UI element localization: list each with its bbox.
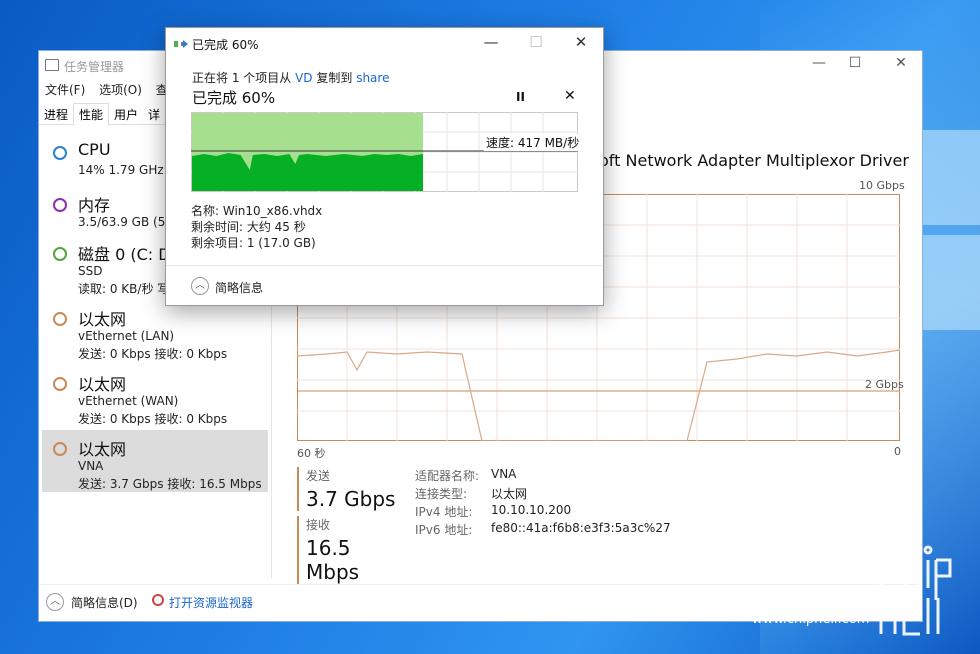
info-row: IPv4 地址: 10.10.10.200 — [415, 503, 715, 521]
info-row: 适配器名称: VNA — [415, 467, 715, 485]
graph-max-label: 10 Gbps — [859, 179, 905, 192]
sidebar-item-detail: 3.5/63.9 GB (5% — [78, 215, 177, 229]
dialog-close-button[interactable]: ✕ — [566, 33, 596, 51]
info-key: IPv6 地址: — [415, 523, 473, 537]
sidebar-item-detail: SSD — [78, 264, 103, 278]
maximize-button[interactable]: ☐ — [835, 55, 875, 71]
receive-value: 16.5 Mbps — [306, 536, 360, 584]
dialog-minimize-button[interactable]: — — [476, 33, 506, 51]
tab-performance[interactable]: 性能 — [73, 103, 110, 126]
adapter-title: oft Network Adapter Multiplexor Driver — [599, 151, 909, 170]
dialog-title: 已完成 60% — [192, 38, 259, 52]
copy-progress-dialog: 已完成 60% — ☐ ✕ 正在将 1 个项目从 VD 复制到 share 已完… — [165, 27, 604, 306]
info-value: 以太网 — [491, 487, 528, 501]
divider — [166, 265, 603, 266]
sidebar-item-rate: 发送: 0 Kbps 接收: 0 Kbps — [78, 347, 228, 361]
sidebar-item-ethernet-vna[interactable]: 以太网 VNA 发送: 3.7 Gbps 接收: 16.5 Mbps — [42, 430, 268, 492]
pause-button[interactable]: II — [516, 90, 525, 104]
disk-indicator-icon — [53, 247, 67, 261]
info-row: 连接类型: 以太网 — [415, 485, 715, 503]
sidebar-item-ethernet-wan[interactable]: 以太网 vEthernet (WAN) 发送: 0 Kbps 接收: 0 Kbp… — [42, 365, 268, 427]
open-resource-monitor-link[interactable]: 打开资源监视器 — [169, 594, 253, 611]
tab-details[interactable]: 详 — [143, 104, 165, 125]
sidebar-item-detail: VNA — [78, 459, 104, 473]
watermark-text: www.chiphell.com — [752, 612, 870, 627]
info-value: 10.10.10.200 — [491, 503, 572, 517]
sidebar-item-rate: 发送: 3.7 Gbps 接收: 16.5 Mbps — [78, 477, 262, 491]
tab-users[interactable]: 用户 — [109, 104, 143, 125]
window-title: 任务管理器 — [64, 60, 125, 74]
desc-text: 复制到 — [312, 71, 357, 85]
progress-heading: 已完成 60% — [192, 89, 276, 107]
send-value: 3.7 Gbps — [306, 487, 396, 511]
dialog-maximize-button[interactable]: ☐ — [521, 33, 551, 51]
transfer-details: 名称: Win10_x86.vhdx 剩余时间: 大约 45 秒 剩余项目: 1… — [191, 203, 322, 251]
sidebar-item-detail: 14% 1.79 GHz — [78, 163, 164, 177]
receive-stat: 接收 16.5 Mbps — [297, 516, 407, 584]
info-value: fe80::41a:f6b8:e3f3:5a3c%27 — [491, 521, 671, 535]
info-value: VNA — [491, 467, 517, 481]
task-manager-icon — [45, 59, 59, 71]
graph-mid-label: 2 Gbps — [865, 378, 904, 391]
items-remaining: 剩余项目: 1 (17.0 GB) — [191, 236, 316, 250]
info-key: 连接类型: — [415, 487, 468, 501]
sidebar-item-name: 以太网 — [78, 375, 127, 394]
sidebar-item-name: CPU — [78, 140, 111, 159]
sidebar-item-detail: vEthernet (WAN) — [78, 394, 179, 408]
sidebar-item-name: 以太网 — [78, 440, 127, 459]
sidebar-item-rate: 读取: 0 KB/秒 写 — [78, 282, 170, 296]
menu-file[interactable]: 文件(F) — [45, 83, 85, 97]
info-key: IPv4 地址: — [415, 505, 473, 519]
sidebar-item-rate: 发送: 0 Kbps 接收: 0 Kbps — [78, 412, 228, 426]
cpu-indicator-icon — [53, 146, 67, 160]
chevron-up-icon[interactable]: ︿ — [191, 277, 209, 295]
send-label: 发送 — [306, 469, 331, 483]
adapter-info: 适配器名称: VNA 连接类型: 以太网 IPv4 地址: 10.10.10.200 … — [415, 467, 715, 539]
resource-monitor-icon — [152, 594, 164, 606]
send-stat: 发送 3.7 Gbps — [297, 467, 407, 511]
fewer-details-button[interactable]: 简略信息(D) — [71, 594, 138, 611]
destination-link[interactable]: share — [356, 71, 389, 85]
menu-bar: 文件(F) 选项(O) 查 — [45, 81, 178, 98]
sidebar-item-detail: vEthernet (LAN) — [78, 329, 175, 343]
sidebar-item-name: 以太网 — [78, 310, 127, 329]
chiphell-logo — [879, 545, 952, 636]
chevron-up-icon[interactable]: ︿ — [46, 593, 64, 611]
minimize-button[interactable]: — — [799, 55, 839, 71]
sidebar-item-ethernet-lan[interactable]: 以太网 vEthernet (LAN) 发送: 0 Kbps 接收: 0 Kbp… — [42, 300, 268, 362]
fewer-details-button[interactable]: 简略信息 — [215, 279, 263, 296]
info-row: IPv6 地址: fe80::41a:f6b8:e3f3:5a3c%27 — [415, 521, 715, 539]
speed-label: 速度: 417 MB/秒 — [484, 134, 582, 151]
menu-options[interactable]: 选项(O) — [99, 83, 142, 97]
ethernet-indicator-icon — [53, 442, 67, 456]
desc-text: 正在将 1 个项目从 — [192, 71, 296, 85]
ethernet-indicator-icon — [53, 312, 67, 326]
tab-processes[interactable]: 进程 — [39, 104, 73, 125]
close-button[interactable]: ✕ — [881, 55, 921, 71]
copy-icon — [174, 40, 188, 48]
stop-button[interactable]: ✕ — [564, 88, 576, 104]
ethernet-indicator-icon — [53, 377, 67, 391]
source-link[interactable]: VD — [295, 71, 312, 85]
receive-label: 接收 — [306, 518, 331, 532]
info-key: 适配器名称: — [415, 469, 480, 483]
graph-time-right: 0 — [894, 445, 901, 458]
time-remaining: 剩余时间: 大约 45 秒 — [191, 220, 306, 234]
file-name: 名称: Win10_x86.vhdx — [191, 204, 323, 218]
sidebar-item-name: 磁盘 0 (C: D: — [78, 245, 176, 264]
speed-area — [192, 153, 423, 191]
graph-time-left: 60 秒 — [297, 447, 326, 460]
copy-description: 正在将 1 个项目从 VD 复制到 share — [192, 69, 389, 86]
sidebar-item-name: 内存 — [78, 196, 111, 215]
transfer-speed-graph — [191, 112, 578, 192]
memory-indicator-icon — [53, 198, 67, 212]
